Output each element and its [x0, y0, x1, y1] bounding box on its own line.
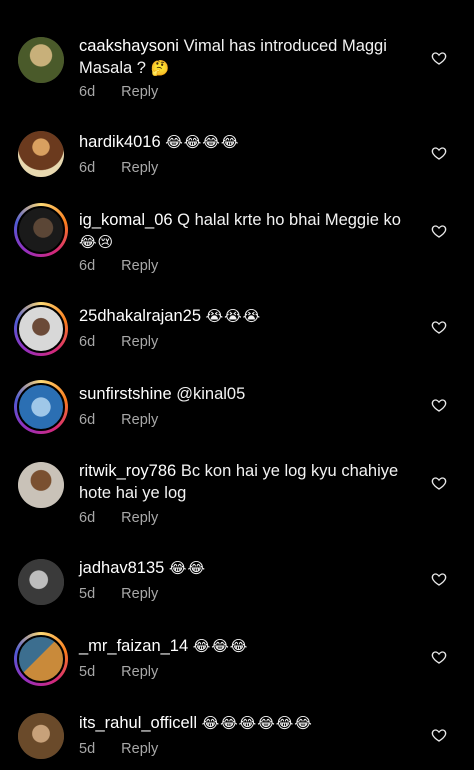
username[interactable]: jadhav8135 [79, 559, 164, 577]
heart-icon[interactable] [431, 223, 447, 239]
avatar-image [17, 206, 65, 254]
comment-text: ig_komal_06 Q halal krte ho bhai Meggie … [79, 209, 409, 253]
avatar[interactable] [14, 632, 68, 686]
reply-button[interactable]: Reply [121, 510, 158, 526]
comment-text: ritwik_roy786 Bc kon hai ye log kyu chah… [79, 460, 409, 504]
username[interactable]: its_rahul_officell [79, 714, 197, 732]
timestamp: 6d [79, 160, 96, 176]
avatar[interactable] [18, 37, 64, 83]
avatar[interactable] [18, 713, 64, 759]
heart-icon[interactable] [431, 50, 447, 66]
reply-button[interactable]: Reply [121, 664, 158, 680]
timestamp: 6d [79, 258, 96, 274]
comment-meta: 6d Reply [79, 412, 158, 428]
emoji: 😂😂 [168, 559, 206, 577]
username[interactable]: hardik4016 [79, 133, 161, 151]
avatar[interactable] [14, 302, 68, 356]
reply-button[interactable]: Reply [121, 586, 158, 602]
reply-button[interactable]: Reply [121, 84, 158, 100]
comment-text: 25dhakalrajan25 😭😭😭 [79, 305, 409, 327]
comment-text: jadhav8135 😂😂 [79, 557, 409, 579]
avatar[interactable] [18, 462, 64, 508]
heart-icon[interactable] [431, 649, 447, 665]
username[interactable]: caakshaysoni [79, 37, 179, 55]
emoji: 😂😢 [79, 233, 115, 251]
comment-body: @kinal05 [176, 385, 246, 403]
comment-meta: 6d Reply [79, 160, 158, 176]
comment-meta: 6d Reply [79, 258, 158, 274]
comment-text: its_rahul_officell 😂😂😂😂😂😂 [79, 712, 409, 734]
username[interactable]: ritwik_roy786 [79, 462, 176, 480]
reply-button[interactable]: Reply [121, 258, 158, 274]
avatar-image [17, 383, 65, 431]
reply-button[interactable]: Reply [121, 334, 158, 350]
reply-button[interactable]: Reply [121, 741, 158, 757]
emoji: 😭😭😭 [205, 307, 262, 325]
avatar[interactable] [18, 131, 64, 177]
comment-meta: 5d Reply [79, 586, 158, 602]
reply-button[interactable]: Reply [121, 160, 158, 176]
comment-body: Q halal krte ho bhai Meggie ko [177, 211, 401, 229]
heart-icon[interactable] [431, 397, 447, 413]
heart-icon[interactable] [431, 475, 447, 491]
timestamp: 5d [79, 586, 96, 602]
comment-meta: 5d Reply [79, 664, 158, 680]
timestamp: 6d [79, 510, 96, 526]
username[interactable]: 25dhakalrajan25 [79, 307, 201, 325]
emoji: 😂😂😂😂😂😂 [201, 714, 313, 732]
timestamp: 6d [79, 84, 96, 100]
emoji: 🤔 [150, 59, 171, 77]
heart-icon[interactable] [431, 145, 447, 161]
timestamp: 6d [79, 334, 96, 350]
avatar-image [17, 635, 65, 683]
avatar[interactable] [14, 203, 68, 257]
username[interactable]: ig_komal_06 [79, 211, 173, 229]
timestamp: 5d [79, 664, 96, 680]
comment-text: hardik4016 😂😂😂😂 [79, 131, 409, 153]
comment-meta: 6d Reply [79, 84, 158, 100]
avatar[interactable] [18, 559, 64, 605]
username[interactable]: sunfirstshine [79, 385, 172, 403]
avatar[interactable] [14, 380, 68, 434]
heart-icon[interactable] [431, 727, 447, 743]
reply-button[interactable]: Reply [121, 412, 158, 428]
comment-text: _mr_faizan_14 😂😂😂 [79, 635, 409, 657]
emoji: 😂😂😂 [192, 637, 249, 655]
heart-icon[interactable] [431, 571, 447, 587]
timestamp: 5d [79, 741, 96, 757]
comment-text: caakshaysoni Vimal has introduced Maggi … [79, 35, 409, 79]
heart-icon[interactable] [431, 319, 447, 335]
avatar-image [17, 305, 65, 353]
timestamp: 6d [79, 412, 96, 428]
comment-text: sunfirstshine @kinal05 [79, 383, 409, 405]
username[interactable]: _mr_faizan_14 [79, 637, 188, 655]
comment-meta: 5d Reply [79, 741, 158, 757]
comment-meta: 6d Reply [79, 334, 158, 350]
emoji: 😂😂😂😂 [165, 133, 240, 151]
comment-meta: 6d Reply [79, 510, 158, 526]
